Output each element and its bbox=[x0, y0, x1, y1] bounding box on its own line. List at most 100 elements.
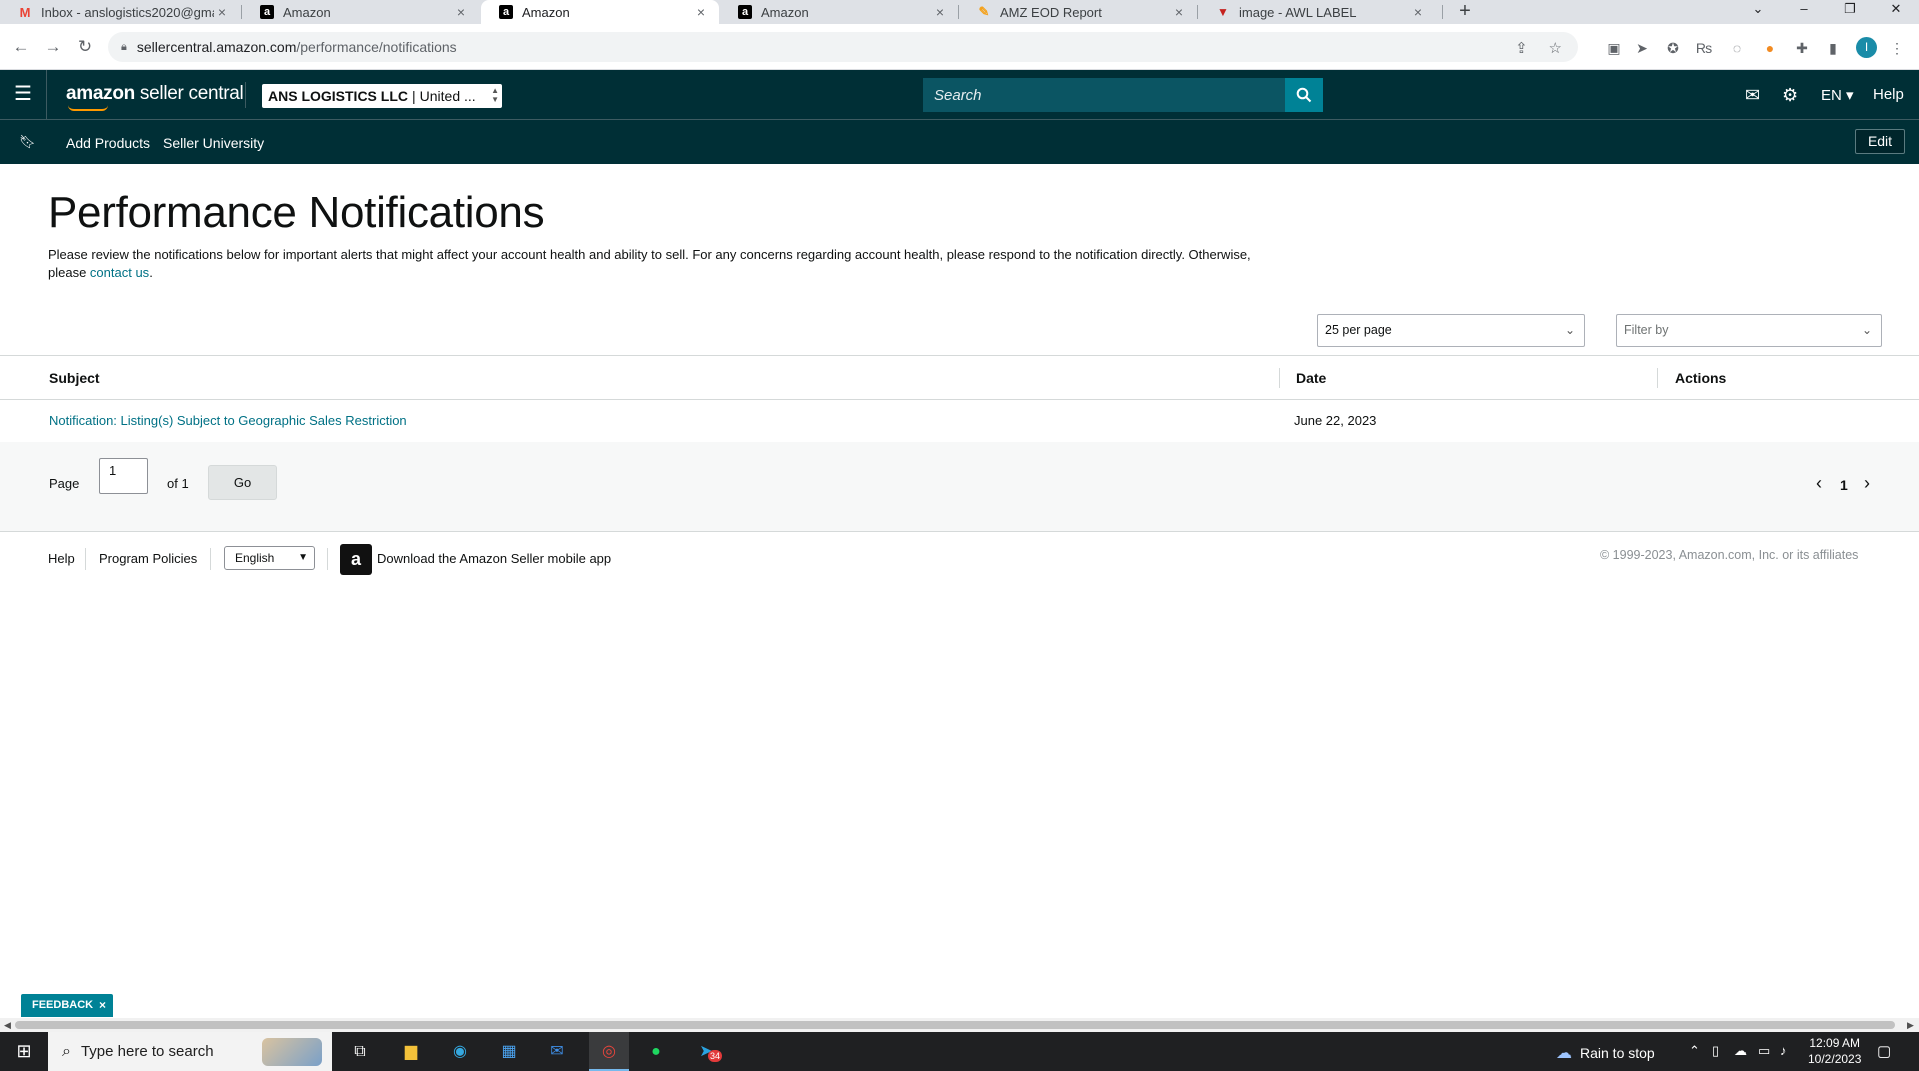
page-number-input[interactable] bbox=[99, 458, 148, 494]
next-page-icon[interactable]: › bbox=[1864, 473, 1870, 494]
close-icon[interactable]: × bbox=[99, 994, 106, 1017]
restore-icon[interactable]: ❐ bbox=[1827, 0, 1873, 24]
browser-tab-awl-label[interactable]: ▼ image - AWL LABEL × bbox=[1198, 0, 1436, 24]
extensions-puzzle-icon[interactable]: ✚ bbox=[1792, 38, 1812, 58]
menu-icon[interactable]: ☰ bbox=[0, 70, 47, 120]
close-tab-icon[interactable]: × bbox=[214, 4, 230, 20]
download-app-link[interactable]: Download the Amazon Seller mobile app bbox=[377, 551, 611, 566]
share-icon[interactable]: ⇪ bbox=[1515, 40, 1528, 57]
filter-select[interactable]: Filter by ⌄ bbox=[1616, 314, 1882, 347]
contact-us-link[interactable]: contact us bbox=[90, 265, 149, 280]
seller-central-logo[interactable]: amazon seller central bbox=[66, 83, 244, 111]
browser-tab-amz-eod[interactable]: ✎ AMZ EOD Report × bbox=[959, 0, 1197, 24]
show-hidden-icons[interactable]: ⌃ bbox=[1689, 1043, 1700, 1059]
network-icon[interactable]: ▭ bbox=[1758, 1043, 1770, 1059]
close-tab-icon[interactable]: × bbox=[1171, 4, 1187, 20]
footer-language-select[interactable]: English ▼ bbox=[224, 546, 315, 570]
onedrive-icon[interactable]: ☁ bbox=[1734, 1043, 1747, 1059]
copyright-text: © 1999-2023, Amazon.com, Inc. or its aff… bbox=[1600, 548, 1859, 562]
go-button[interactable]: Go bbox=[208, 465, 277, 500]
footer-program-policies-link[interactable]: Program Policies bbox=[99, 551, 197, 566]
tab-label: AMZ EOD Report bbox=[1000, 4, 1102, 20]
extension-off-icon[interactable]: ▣ bbox=[1604, 38, 1624, 58]
search-highlight-image bbox=[262, 1038, 322, 1066]
extension-arrow-icon[interactable]: ➤ bbox=[1632, 38, 1652, 58]
chrome-icon[interactable]: ◎ bbox=[589, 1032, 629, 1071]
volume-icon[interactable]: ♪ bbox=[1780, 1043, 1787, 1058]
bookmark-icon[interactable]: 🔖︎ bbox=[19, 134, 36, 150]
mail-app-icon[interactable]: ✉ bbox=[545, 1040, 569, 1064]
search-input[interactable] bbox=[923, 86, 1243, 104]
forward-icon[interactable]: → bbox=[41, 35, 65, 59]
close-tab-icon[interactable]: × bbox=[453, 4, 469, 20]
per-page-select[interactable]: 25 per page ⌄ bbox=[1317, 314, 1585, 347]
windows-taskbar: ⊞ ⌕ Type here to search ⧉ ▆ ◉ ▦ ✉ ◎ ● ➤ 3… bbox=[0, 1032, 1919, 1071]
notifications-icon[interactable]: ▢ bbox=[1877, 1042, 1891, 1060]
close-tab-icon[interactable]: × bbox=[693, 4, 709, 20]
help-link[interactable]: Help bbox=[1873, 86, 1904, 103]
search-button[interactable] bbox=[1285, 78, 1323, 112]
telegram-icon[interactable]: ➤ 34 bbox=[694, 1040, 723, 1064]
browser-tab-amazon-3[interactable]: a Amazon × bbox=[720, 0, 958, 24]
settings-gear-icon[interactable]: ⚙ bbox=[1782, 85, 1798, 106]
browser-tab-amazon-1[interactable]: a Amazon × bbox=[242, 0, 479, 24]
system-clock[interactable]: 12:09 AM 10/2/2023 bbox=[1808, 1035, 1861, 1067]
scroll-right-icon[interactable]: ▶ bbox=[1907, 1018, 1914, 1032]
side-panel-icon[interactable]: ▮ bbox=[1823, 38, 1843, 58]
extension-globe-icon[interactable]: ✪ bbox=[1663, 38, 1683, 58]
pagination-bar: Page of 1 Go ‹ 1 › bbox=[0, 442, 1919, 532]
account-switcher[interactable]: ANS LOGISTICS LLC | United ... ▲ ▼ bbox=[262, 84, 502, 108]
gmail-icon: M bbox=[19, 4, 31, 20]
search-box bbox=[923, 78, 1285, 112]
mail-icon[interactable]: ✉ bbox=[1745, 85, 1760, 106]
microsoft-store-icon[interactable]: ▦ bbox=[497, 1040, 521, 1064]
close-window-icon[interactable]: ✕ bbox=[1873, 0, 1919, 24]
notification-subject-link[interactable]: Notification: Listing(s) Subject to Geog… bbox=[49, 413, 407, 428]
windows-start-icon[interactable]: ⊞ bbox=[0, 1032, 48, 1071]
device-icon[interactable]: ▯ bbox=[1712, 1043, 1719, 1059]
column-header-subject[interactable]: Subject bbox=[49, 370, 100, 386]
task-view-icon[interactable]: ⧉ bbox=[348, 1040, 372, 1064]
profile-avatar[interactable]: I bbox=[1856, 37, 1877, 58]
language-selector[interactable]: EN ▾ bbox=[1821, 86, 1854, 104]
scrollbar-thumb[interactable] bbox=[15, 1021, 1895, 1029]
bookmark-star-icon[interactable]: ☆ bbox=[1549, 40, 1562, 57]
edge-icon[interactable]: ◉ bbox=[448, 1040, 472, 1064]
weather-widget[interactable]: ☁ Rain to stop bbox=[1556, 1043, 1655, 1063]
current-page[interactable]: 1 bbox=[1840, 477, 1848, 493]
browser-tab-gmail[interactable]: M Inbox - anslogistics2020@gmail × bbox=[0, 0, 240, 24]
prev-page-icon[interactable]: ‹ bbox=[1816, 473, 1822, 494]
column-header-date[interactable]: Date bbox=[1296, 370, 1326, 386]
browser-menu-icon[interactable]: ⋮ bbox=[1887, 38, 1907, 58]
taskbar-search[interactable]: ⌕ Type here to search bbox=[48, 1032, 332, 1071]
browser-tab-amazon-active[interactable]: a Amazon × bbox=[481, 0, 719, 24]
new-tab-button[interactable]: + bbox=[1455, 0, 1475, 24]
extension-orange-icon[interactable]: ● bbox=[1760, 38, 1780, 58]
page-title: Performance Notifications bbox=[48, 188, 545, 237]
reload-icon[interactable]: ↻ bbox=[73, 35, 97, 59]
minimize-icon[interactable]: – bbox=[1781, 0, 1827, 24]
tab-search-icon[interactable]: ⌄ bbox=[1735, 0, 1781, 24]
close-tab-icon[interactable]: × bbox=[932, 4, 948, 20]
extension-swirl-icon[interactable]: ◌ bbox=[1727, 38, 1747, 58]
bookmark-nav-bar: 🔖︎ Add Products Seller University Edit bbox=[0, 120, 1919, 164]
footer-divider bbox=[210, 548, 211, 570]
extension-rs-icon[interactable]: ₨ bbox=[1694, 38, 1714, 58]
footer-help-link[interactable]: Help bbox=[48, 551, 75, 566]
tab-label: Amazon bbox=[761, 4, 809, 20]
tab-label: Amazon bbox=[522, 4, 570, 20]
edit-button[interactable]: Edit bbox=[1855, 129, 1905, 154]
spotify-icon[interactable]: ● bbox=[644, 1040, 668, 1064]
file-explorer-icon[interactable]: ▆ bbox=[399, 1040, 423, 1064]
address-bar[interactable]: 🔒︎ sellercentral.amazon.com/performance/… bbox=[108, 32, 1578, 62]
feedback-button[interactable]: FEEDBACK × bbox=[21, 994, 113, 1017]
nav-add-products[interactable]: Add Products bbox=[66, 135, 150, 151]
horizontal-scrollbar[interactable]: ◀ ▶ bbox=[0, 1018, 1919, 1032]
lock-icon[interactable]: 🔒︎ bbox=[121, 41, 127, 54]
close-tab-icon[interactable]: × bbox=[1410, 4, 1426, 20]
telegram-badge: 34 bbox=[708, 1050, 723, 1062]
back-icon[interactable]: ← bbox=[9, 35, 33, 59]
amazon-seller-app-icon[interactable]: a bbox=[340, 544, 372, 575]
nav-seller-university[interactable]: Seller University bbox=[163, 135, 264, 151]
scroll-left-icon[interactable]: ◀ bbox=[4, 1018, 11, 1032]
